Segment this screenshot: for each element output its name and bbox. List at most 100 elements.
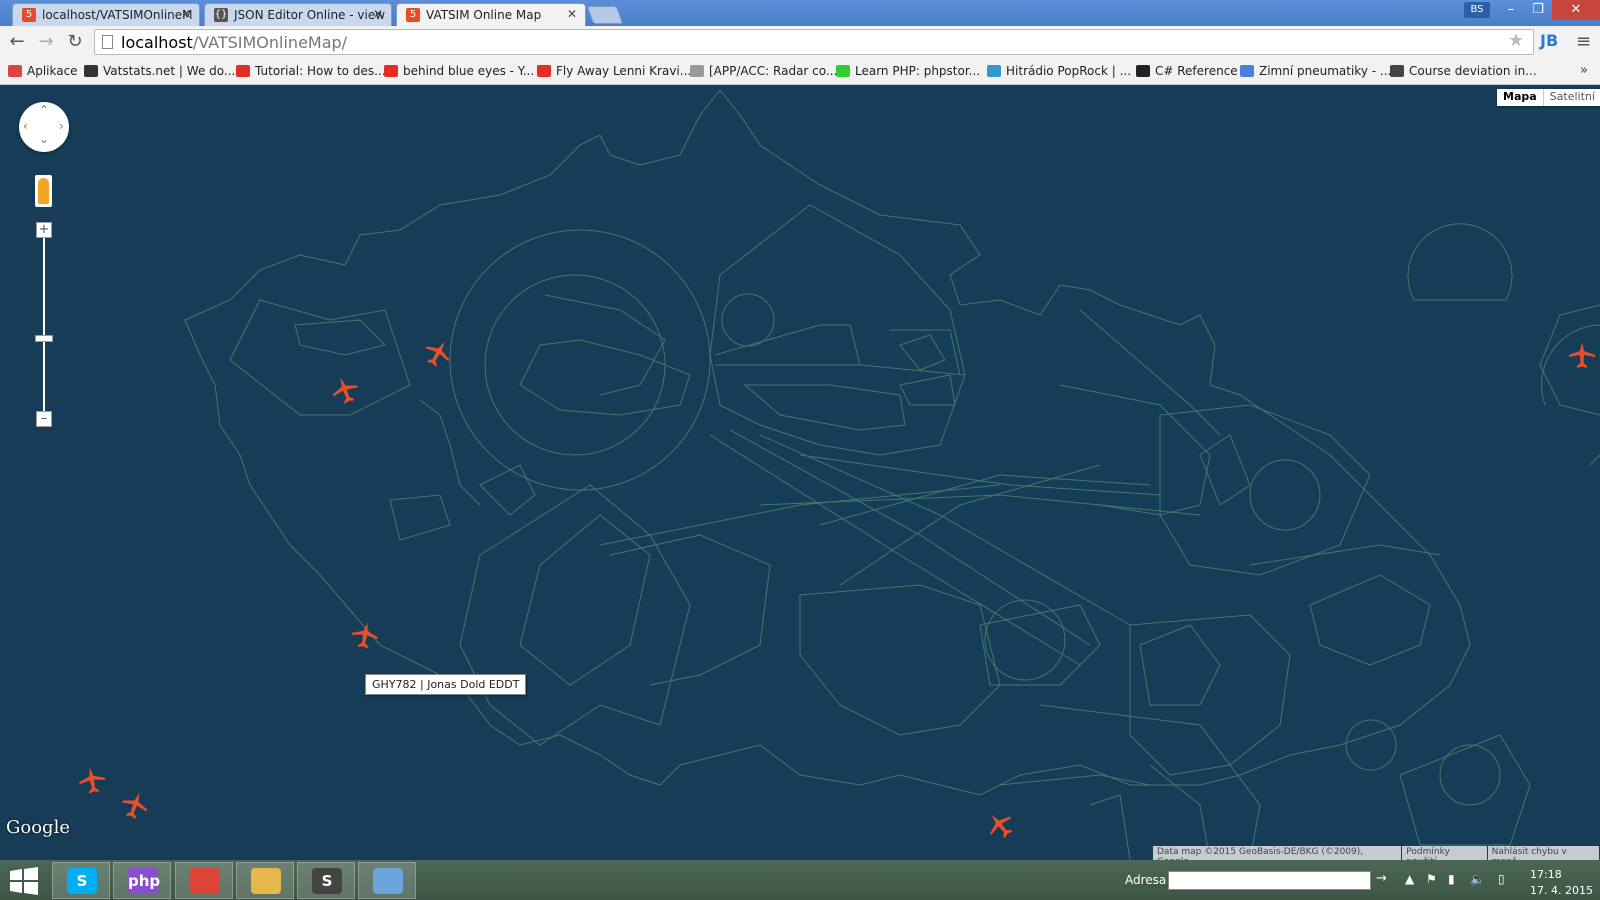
map-type-control: Mapa Satelitní [1497, 89, 1600, 106]
airspace-sectors [184, 89, 1600, 860]
map-canvas[interactable]: ⌃ ‹ › ⌄ + – Mapa Satelitní GHY782 | Jona… [0, 85, 1600, 860]
bookmark-item[interactable]: Aplikace [8, 64, 78, 78]
bookmarks-overflow-button[interactable]: » [1580, 63, 1588, 78]
bookmark-item[interactable]: Vatstats.net | We do... [84, 64, 235, 78]
bookmarks-bar: Aplikace Vatstats.net | We do... Tutorial:… [0, 59, 1600, 85]
url-path: /VATSIMOnlineMap/ [192, 33, 348, 52]
map-data-credit: Data map ©2015 GeoBasis-DE/BKG (©2009), … [1153, 846, 1402, 860]
restore-icon[interactable]: ❐ [1524, 0, 1552, 20]
street-view-pegman[interactable] [35, 175, 52, 207]
bookmark-item[interactable]: Learn PHP: phpstor... [836, 64, 980, 78]
plane-icon [84, 65, 98, 77]
zoom-in-button[interactable]: + [36, 222, 52, 238]
taskbar-app-phpstorm[interactable]: php [113, 862, 171, 899]
braces-icon: {} [214, 8, 228, 22]
bookmark-item[interactable]: behind blue eyes - Y... [384, 64, 534, 78]
bookmark-label: Hitrádio PopRock | ... [1006, 64, 1132, 78]
chrome-icon [190, 868, 220, 894]
bookmark-label: C# Reference [1155, 64, 1238, 78]
tab-vatsim-online-map[interactable]: 5 VATSIM Online Map ✕ [396, 3, 586, 26]
address-toolbar-input[interactable] [1168, 871, 1371, 890]
google-logo: Google [6, 817, 70, 838]
map-type-satellite-button[interactable]: Satelitní [1543, 89, 1600, 106]
windows-taskbar: Sphp S Adresa → ▲ ⚑ ▮ 🔈 ▯ 17:18 17. 4. 20… [0, 860, 1600, 900]
taskbar-app-sublime[interactable]: S [297, 862, 355, 899]
zoom-handle[interactable] [35, 335, 53, 342]
tab-title: localhost/VATSIMOnlineM [42, 8, 193, 22]
pan-control[interactable]: ⌃ ‹ › ⌄ [19, 102, 69, 152]
tab-json-editor[interactable]: {} JSON Editor Online - view ✕ [204, 3, 392, 26]
new-tab-button[interactable] [586, 6, 624, 24]
pan-up-icon[interactable]: ⌃ [39, 103, 49, 117]
bookmark-label: Learn PHP: phpstor... [855, 64, 981, 78]
tab-title: VATSIM Online Map [426, 8, 542, 22]
hamburger-menu-icon[interactable]: ≡ [1576, 31, 1591, 52]
windows-start-icon[interactable] [8, 866, 40, 896]
report-error-link[interactable]: Nahlásit chybu v mapě [1487, 846, 1599, 860]
bookmark-item[interactable]: Fly Away Lenni Kravi... [537, 64, 691, 78]
bookmark-label: [APP/ACC: Radar co... [709, 64, 838, 78]
action-center-flag-icon[interactable]: ⚑ [1426, 872, 1437, 886]
aircraft-marker-icon[interactable] [75, 763, 110, 798]
bookmark-label: Vatstats.net | We do... [103, 64, 236, 78]
skype-icon: S [67, 868, 97, 894]
bookmark-item[interactable]: C# Reference [1136, 64, 1238, 78]
explorer-icon [251, 868, 281, 894]
map-type-map-button[interactable]: Mapa [1497, 89, 1544, 106]
jetbrains-extension-icon[interactable]: JB [1540, 31, 1558, 50]
bookmark-item[interactable]: Hitrádio PopRock | ... [987, 64, 1131, 78]
m-icon [1136, 65, 1150, 77]
pan-down-icon[interactable]: ⌄ [39, 132, 49, 146]
url-host: localhost [121, 33, 193, 52]
bookmark-label: Course deviation in... [1409, 64, 1537, 78]
window-close-icon[interactable]: ✕ [1552, 0, 1600, 20]
radio-icon [987, 65, 1001, 77]
volume-muted-icon[interactable]: 🔈 [1470, 872, 1485, 886]
wikipedia-icon [1390, 65, 1404, 77]
bookmark-label: Aplikace [27, 64, 78, 78]
map-attribution: Data map ©2015 GeoBasis-DE/BKG (©2009), … [1153, 846, 1600, 860]
pan-right-icon[interactable]: › [59, 119, 64, 133]
network-icon[interactable]: ▮ [1448, 872, 1455, 886]
browser-tab-strip: 5 localhost/VATSIMOnlineM ✕ {} JSON Edit… [0, 0, 1600, 26]
back-arrow-icon[interactable]: ← [6, 31, 28, 53]
taskbar-app-explorer[interactable] [236, 862, 294, 899]
address-bar[interactable]: localhost/VATSIMOnlineMap/ [94, 29, 1534, 55]
taskbar-app-skype[interactable]: S [52, 862, 110, 899]
bookmark-star-icon[interactable]: ★ [1508, 30, 1524, 51]
bookmark-item[interactable]: Course deviation in... [1390, 64, 1537, 78]
bookmark-item[interactable]: Zimní pneumatiky - ... [1240, 64, 1391, 78]
clock-date[interactable]: 17. 4. 2015 [1530, 884, 1593, 897]
aircraft-marker-icon[interactable] [348, 618, 383, 653]
aircraft-marker-icon[interactable] [1567, 340, 1597, 370]
bookmark-label: Zimní pneumatiky - ... [1259, 64, 1392, 78]
bookmark-label: behind blue eyes - Y... [403, 64, 535, 78]
youtube-icon [384, 65, 398, 77]
profile-badge[interactable]: BS [1464, 2, 1490, 18]
go-arrow-icon[interactable]: → [1376, 871, 1387, 886]
html5-icon: 5 [406, 8, 420, 22]
power-icon[interactable]: ▯ [1498, 872, 1505, 886]
tab-localhost[interactable]: 5 localhost/VATSIMOnlineM ✕ [12, 3, 200, 26]
close-icon[interactable]: ✕ [567, 7, 577, 21]
g-icon [1240, 65, 1254, 77]
tab-title: JSON Editor Online - view [234, 8, 386, 22]
zoom-out-button[interactable]: – [36, 411, 52, 427]
close-icon[interactable]: ✕ [181, 7, 191, 21]
pegman-icon [38, 178, 49, 204]
taskbar-app-chrome[interactable] [175, 862, 233, 899]
bookmark-item[interactable]: Tutorial: How to des... [236, 64, 386, 78]
bookmark-item[interactable]: [APP/ACC: Radar co... [690, 64, 837, 78]
pan-left-icon[interactable]: ‹ [23, 119, 28, 133]
zoom-slider[interactable]: + – [35, 222, 53, 427]
terms-link[interactable]: Podmínky použití [1402, 846, 1487, 860]
minimize-icon[interactable]: – [1497, 0, 1525, 20]
bookmark-label: Fly Away Lenni Kravi... [556, 64, 692, 78]
close-icon[interactable]: ✕ [373, 7, 383, 21]
address-toolbar-label: Adresa [1125, 873, 1167, 887]
show-hidden-icons-icon[interactable]: ▲ [1405, 872, 1414, 886]
reload-icon[interactable]: ↻ [64, 31, 86, 53]
taskbar-app-paint[interactable] [358, 862, 416, 899]
clock-time[interactable]: 17:18 [1530, 868, 1562, 881]
forward-arrow-icon[interactable]: → [35, 31, 57, 53]
